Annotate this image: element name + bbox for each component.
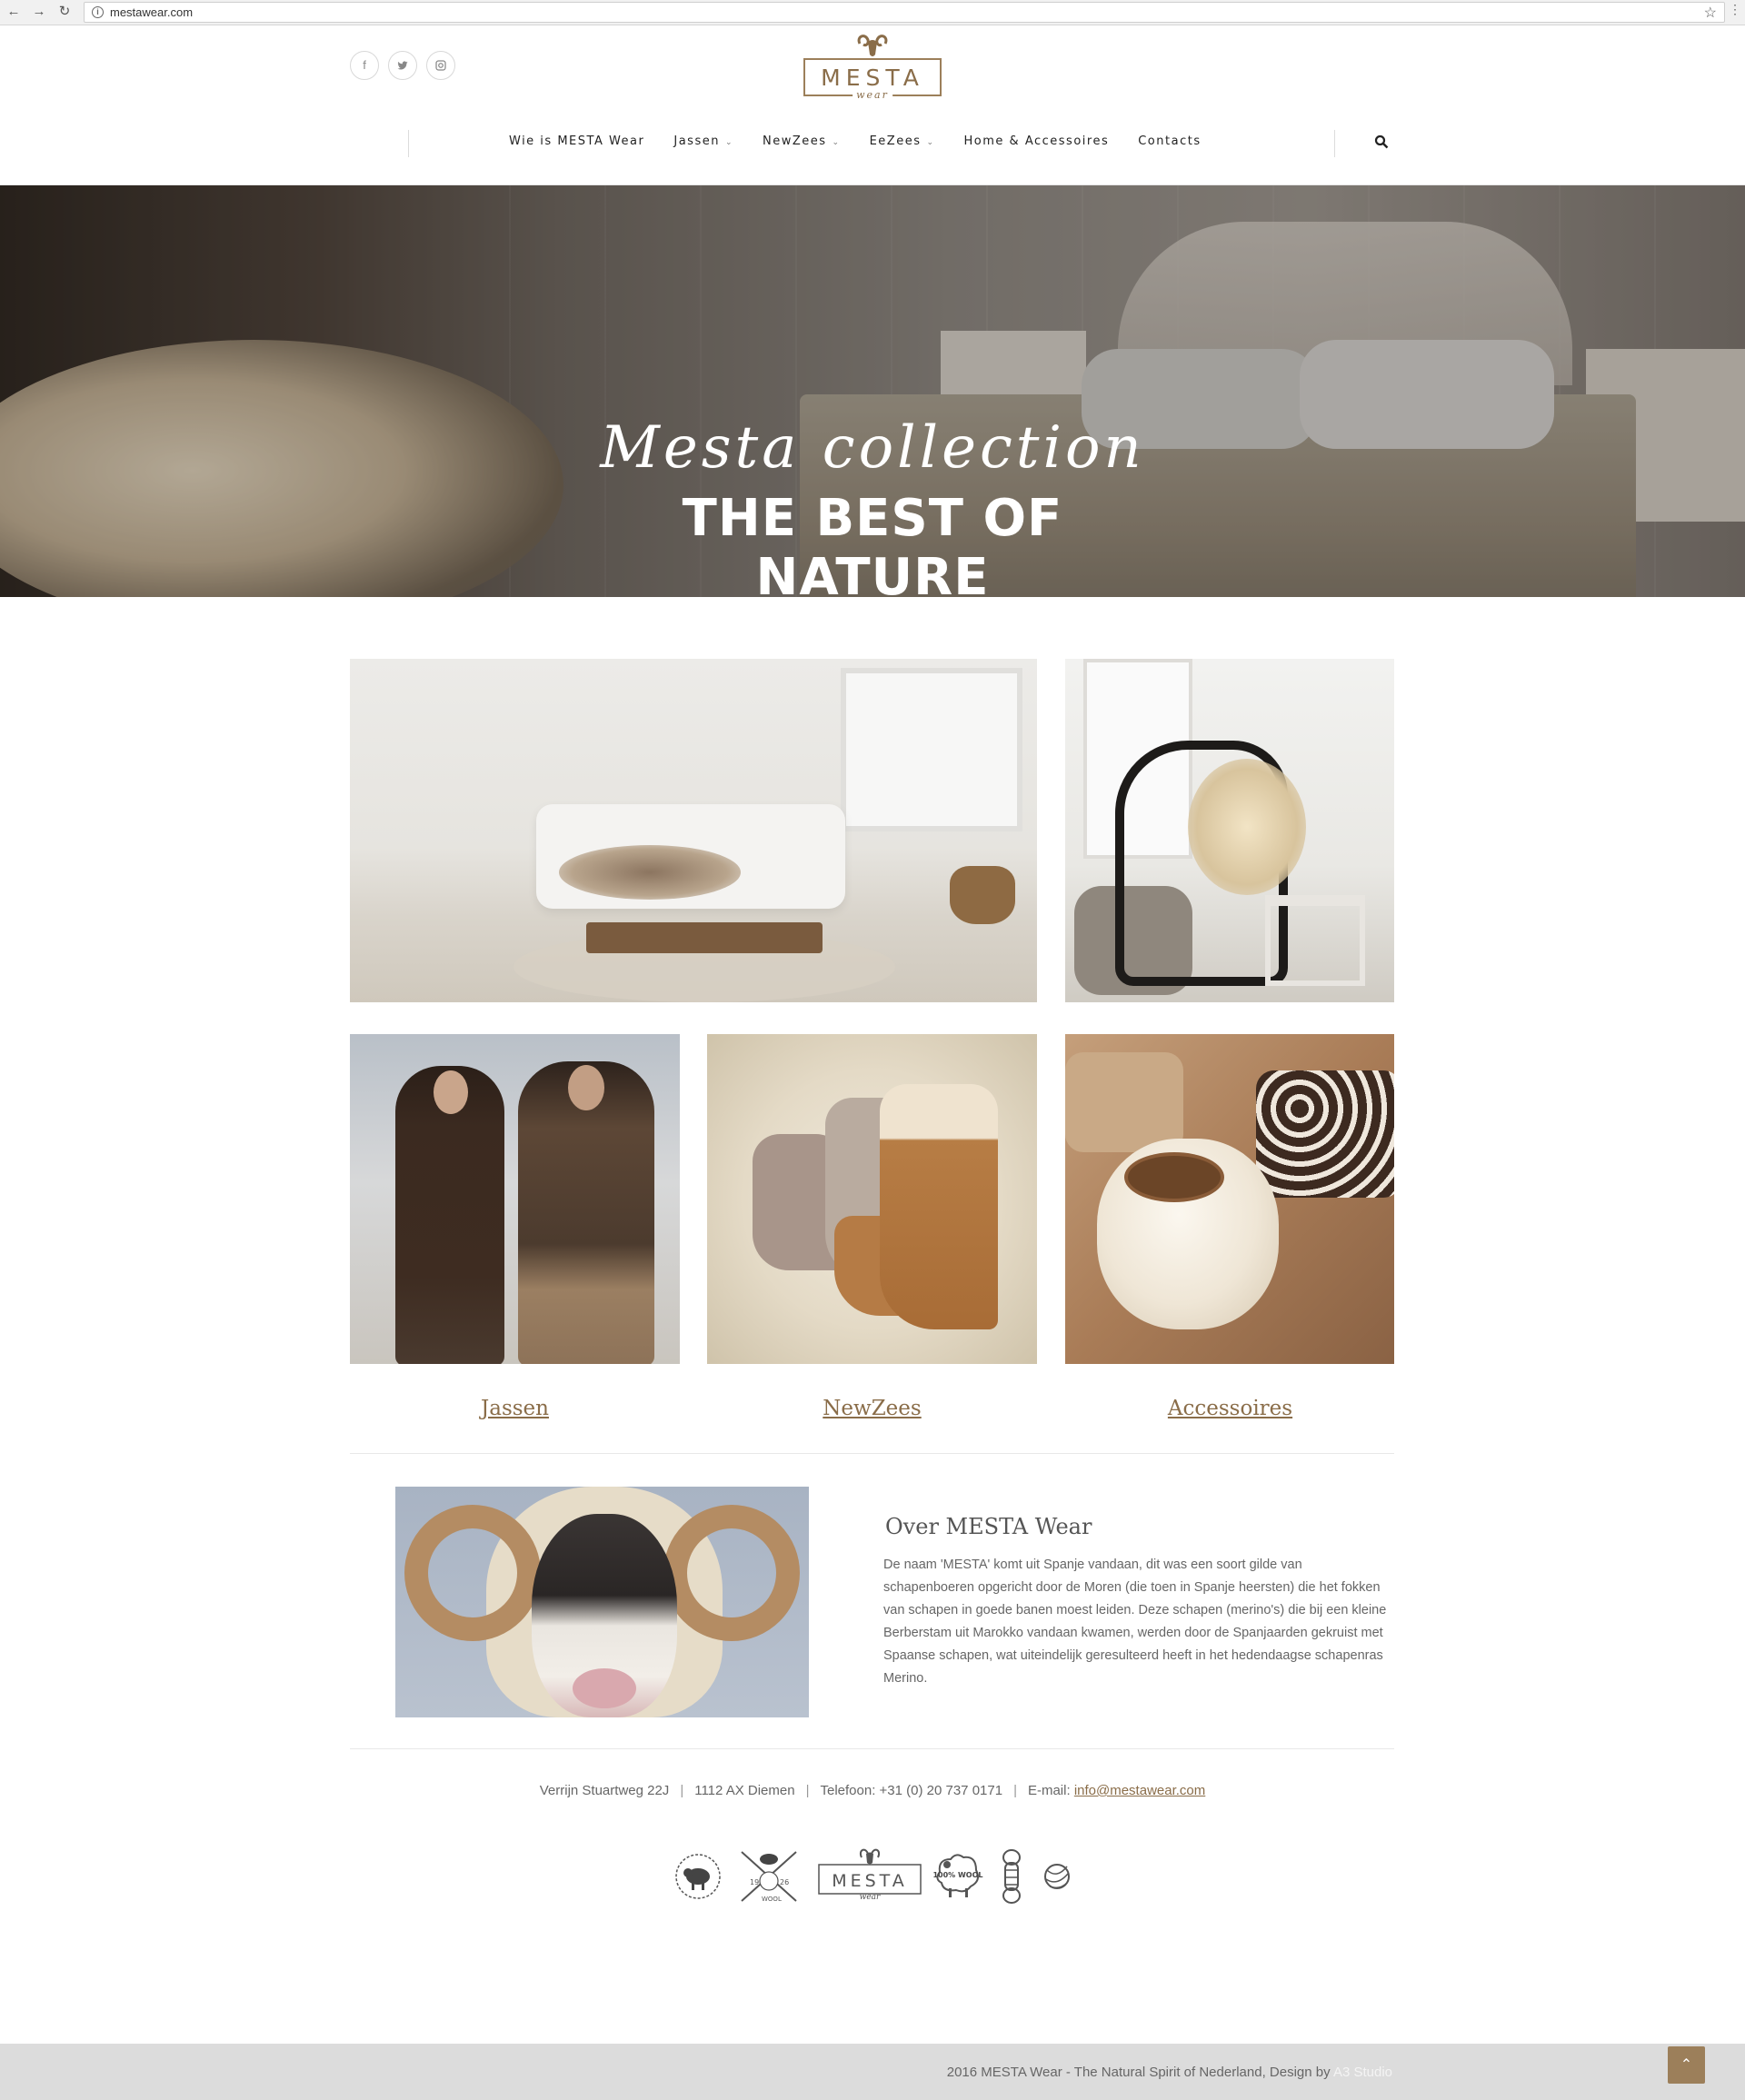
badge-wool-text: 100% WOOL [932,1871,982,1879]
email-label: E-mail: [1027,1783,1071,1798]
chair-photo[interactable] [1065,659,1394,1002]
nav-label: Wie is MESTA Wear [509,134,645,148]
nav-divider [1334,130,1335,157]
nav-item-newzees[interactable]: NewZees ⌄ [763,134,841,153]
browser-toolbar: ← → ↻ i mestawear.com ☆ ⋮ [0,0,1745,25]
back-to-top-button[interactable]: ⌃ [1668,2046,1705,2084]
facebook-icon[interactable]: f [350,51,379,80]
sheep-badge-icon [675,1854,721,1899]
url-text[interactable]: mestawear.com [110,5,193,19]
photo-table [586,922,823,953]
separator: | [805,1783,810,1798]
main-nav: Wie is MESTA Wear Jassen ⌄ NewZees ⌄ EeZee… [509,134,1231,153]
photo-horn [404,1505,541,1641]
badge-logo-name: MESTA [832,1871,908,1891]
footer-copyright: 2016 MESTA Wear - The Natural Spirit of … [946,2065,1333,2080]
phone: Telefoon: +31 (0) 20 737 0171 [820,1783,1003,1798]
wool-sheep-badge-icon: 100% WOOL [932,1854,983,1897]
living-room-photo[interactable] [350,659,1037,1002]
section-divider [350,1748,1394,1749]
badge-year-left: 19 [750,1878,759,1886]
bookmark-star-icon[interactable]: ☆ [1704,4,1717,22]
nav-item-home-accessoires[interactable]: Home & Accessoires [964,134,1110,153]
back-icon[interactable]: ← [5,4,22,20]
photo-face [434,1070,468,1114]
about-title: Over MESTA Wear [885,1514,1092,1539]
info-icon[interactable]: i [92,6,104,18]
photo-stool [1265,895,1365,986]
address-city: 1112 AX Diemen [694,1783,795,1798]
photo-pouf [1256,1070,1394,1198]
contact-line: Verrijn Stuartweg 22J | 1112 AX Diemen | Tel… [0,1783,1745,1798]
instagram-icon[interactable] [426,51,455,80]
photo-face [568,1065,604,1110]
category-link-accessoires[interactable]: Accessoires [1065,1397,1395,1420]
nav-label: Contacts [1138,134,1202,148]
address-bar[interactable]: i mestawear.com ☆ [84,2,1725,23]
badge-year-right: 26 [780,1878,789,1886]
separator: | [1013,1783,1017,1798]
forward-icon[interactable]: → [31,4,47,20]
badge-wool-text: WOOL [762,1896,782,1903]
chevron-down-icon: ⌄ [724,138,734,147]
chevron-down-icon: ⌄ [832,138,841,147]
yarn-ball-icon [1044,1864,1070,1889]
nav-item-jassen[interactable]: Jassen ⌄ [673,134,733,153]
search-icon[interactable] [1374,134,1389,149]
site-logo[interactable]: MESTA wear [803,33,942,101]
photo-ram-nose [573,1668,636,1708]
mesta-badge-logo: MESTA wear [818,1848,922,1902]
twitter-icon[interactable] [388,51,417,80]
nav-label: EeZees [869,134,922,148]
chevron-down-icon: ⌄ [926,138,935,147]
category-link-newzees[interactable]: NewZees [707,1397,1037,1420]
site-footer: 2016 MESTA Wear - The Natural Spirit of … [0,2044,1745,2100]
category-link-jassen[interactable]: Jassen [350,1397,680,1420]
hero-headline: THE BEST OF NATURE [682,489,1063,597]
yarn-skein-icon [1002,1849,1021,1904]
photo-tray [1124,1152,1224,1202]
ram-photo [395,1487,809,1717]
nav-item-wie-is-mesta[interactable]: Wie is MESTA Wear [509,134,644,153]
nav-label: Home & Accessoires [963,134,1110,148]
photo-horn [663,1505,800,1641]
ram-logo-icon [857,35,888,56]
browser-menu-icon[interactable]: ⋮ [1729,2,1741,17]
photo-basket [950,866,1015,924]
wool-crossed-needles-icon: 19 26 WOOL [741,1851,797,1903]
nav-divider [408,130,409,157]
logo-sub: wear [853,89,892,101]
hero-banner: Mesta collection THE BEST OF NATURE [0,185,1745,597]
separator: | [680,1783,684,1798]
nav-label: NewZees [763,134,827,148]
address-street: Verrijn Stuartweg 22J [539,1783,670,1798]
accessoires-photo[interactable] [1065,1034,1394,1364]
logo-name: MESTA [821,65,924,91]
photo-fur [559,845,741,900]
section-divider [350,1453,1394,1454]
newzees-photo[interactable] [707,1034,1037,1364]
designer-link[interactable]: A3 Studio [1333,2065,1392,2080]
photo-pouf [1065,1052,1183,1152]
nav-item-contacts[interactable]: Contacts [1138,134,1201,153]
reload-icon[interactable]: ↻ [56,4,73,20]
hero-script-title: Mesta collection [600,414,1145,482]
footer-credit: 2016 MESTA Wear - The Natural Spirit of … [947,2065,1392,2080]
nav-label: Jassen [673,134,720,148]
jassen-photo[interactable] [350,1034,680,1364]
about-text: De naam 'MESTA' komt uit Spanje vandaan,… [883,1558,1387,1686]
email-link[interactable]: info@mestawear.com [1074,1783,1205,1798]
badge-logo-sub: wear [860,1893,881,1902]
nav-item-eezees[interactable]: EeZees ⌄ [870,134,935,153]
photo-boot [880,1084,998,1329]
photo-sheepskin [1188,759,1306,895]
photo-window [841,668,1022,831]
